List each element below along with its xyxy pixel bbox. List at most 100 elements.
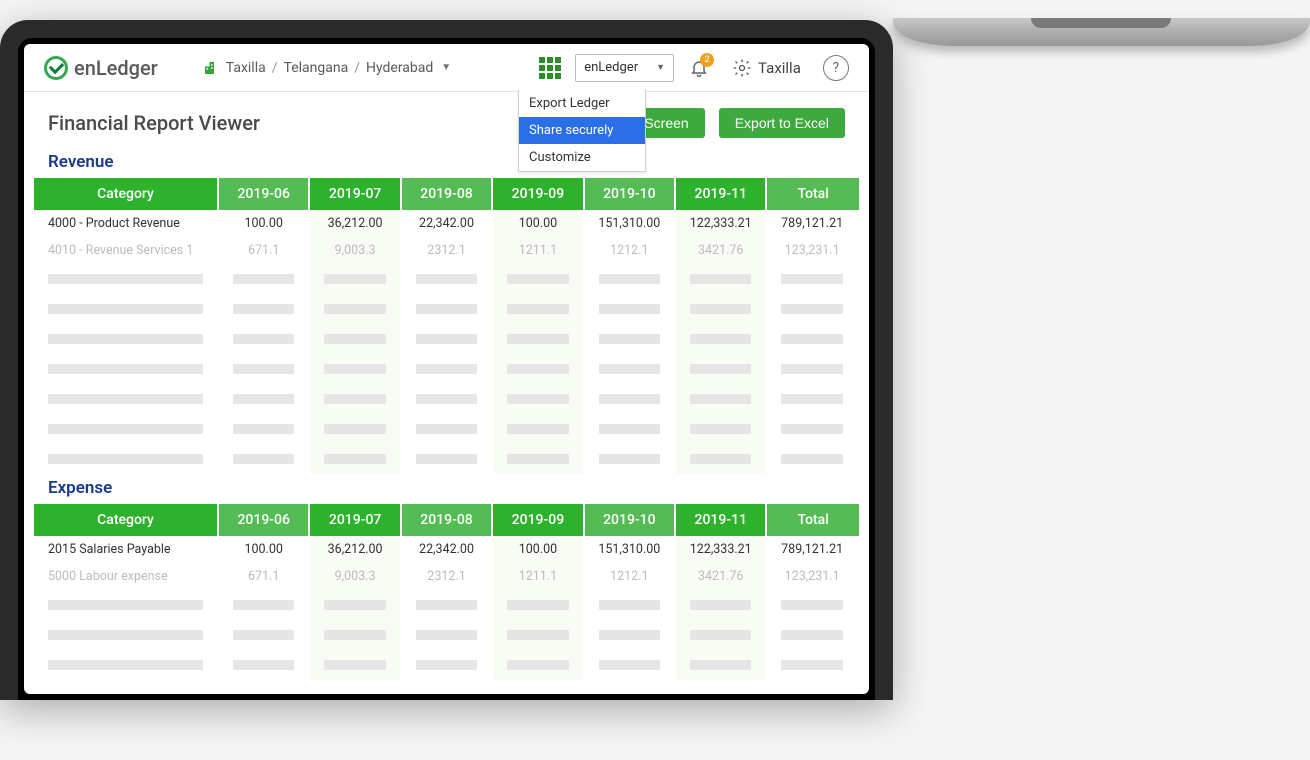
- app-select-dropdown[interactable]: enLedger ▼: [575, 54, 674, 82]
- skeleton-cell: [310, 354, 401, 384]
- skeleton-cell: [676, 650, 767, 680]
- dropdown-item[interactable]: Share securely: [519, 117, 645, 144]
- value-cell: 22,342.00: [402, 536, 493, 563]
- value-cell: 22,342.00: [402, 210, 493, 237]
- value-cell: 122,333.21: [676, 210, 767, 237]
- apps-grid-icon[interactable]: [539, 57, 561, 79]
- skeleton-cell: [310, 414, 401, 444]
- skeleton-cell: [402, 620, 493, 650]
- breadcrumb-item-1[interactable]: Telangana: [284, 60, 349, 76]
- report-table: Category2019-062019-072019-082019-092019…: [34, 178, 859, 474]
- skeleton-cell: [219, 264, 310, 294]
- skeleton-cell: [219, 620, 310, 650]
- section-title: Revenue: [24, 148, 869, 178]
- value-cell: 2312.1: [402, 237, 493, 264]
- dropdown-item[interactable]: Customize: [519, 144, 645, 171]
- skeleton-cell: [585, 384, 676, 414]
- value-cell: 3421.76: [676, 237, 767, 264]
- app-logo: enLedger: [44, 56, 158, 80]
- skeleton-cell: [34, 650, 219, 680]
- skeleton-cell: [310, 324, 401, 354]
- skeleton-cell: [676, 294, 767, 324]
- skeleton-cell: [402, 324, 493, 354]
- chevron-down-icon[interactable]: ▼: [441, 62, 451, 73]
- skeleton-cell: [34, 620, 219, 650]
- skeleton-cell: [219, 354, 310, 384]
- skeleton-cell: [34, 294, 219, 324]
- breadcrumb-item-0[interactable]: Taxilla: [226, 60, 266, 76]
- skeleton-cell: [676, 620, 767, 650]
- skeleton-cell: [676, 590, 767, 620]
- value-cell: 9,003.3: [310, 237, 401, 264]
- skeleton-cell: [676, 414, 767, 444]
- value-cell: 151,310.00: [585, 536, 676, 563]
- skeleton-cell: [493, 414, 584, 444]
- skeleton-cell: [402, 354, 493, 384]
- skeleton-cell: [34, 414, 219, 444]
- building-icon: [202, 59, 220, 77]
- skeleton-cell: [767, 444, 858, 474]
- breadcrumb-item-2[interactable]: Hyderabad: [366, 60, 433, 76]
- value-cell: 100.00: [493, 210, 584, 237]
- value-cell: 122,333.21: [676, 536, 767, 563]
- skeleton-cell: [493, 650, 584, 680]
- skeleton-cell: [219, 324, 310, 354]
- user-menu[interactable]: Taxilla: [732, 58, 801, 78]
- skeleton-cell: [219, 414, 310, 444]
- skeleton-cell: [676, 324, 767, 354]
- skeleton-cell: [493, 324, 584, 354]
- value-cell: 789,121.21: [767, 210, 858, 237]
- value-cell: 789,121.21: [767, 536, 858, 563]
- skeleton-cell: [493, 444, 584, 474]
- skeleton-cell: [585, 294, 676, 324]
- skeleton-cell: [767, 264, 858, 294]
- value-cell: 1212.1: [585, 563, 676, 590]
- skeleton-cell: [402, 650, 493, 680]
- value-cell: 36,212.00: [310, 536, 401, 563]
- skeleton-cell: [34, 444, 219, 474]
- chevron-down-icon: ▼: [656, 62, 665, 73]
- skeleton-cell: [585, 324, 676, 354]
- skeleton-cell: [676, 354, 767, 384]
- skeleton-cell: [767, 354, 858, 384]
- value-cell: 671.1: [219, 237, 310, 264]
- logo-icon: [44, 56, 68, 80]
- column-header: 2019-08: [402, 178, 493, 210]
- skeleton-cell: [676, 444, 767, 474]
- breadcrumb[interactable]: Taxilla / Telangana / Hyderabad ▼: [202, 59, 451, 77]
- content-area: Financial Report Viewer Print Screen Exp…: [24, 92, 869, 694]
- skeleton-cell: [34, 384, 219, 414]
- value-cell: 671.1: [219, 563, 310, 590]
- skeleton-cell: [767, 590, 858, 620]
- column-header-category: Category: [34, 504, 219, 536]
- export-excel-button[interactable]: Export to Excel: [719, 108, 845, 138]
- skeleton-cell: [585, 650, 676, 680]
- skeleton-cell: [585, 590, 676, 620]
- column-header: 2019-07: [310, 178, 401, 210]
- skeleton-cell: [402, 294, 493, 324]
- value-cell: 1211.1: [493, 563, 584, 590]
- skeleton-cell: [585, 264, 676, 294]
- skeleton-cell: [493, 264, 584, 294]
- report-table: Category2019-062019-072019-082019-092019…: [34, 504, 859, 680]
- logo-text: enLedger: [74, 56, 158, 80]
- skeleton-cell: [34, 590, 219, 620]
- skeleton-cell: [402, 264, 493, 294]
- skeleton-cell: [310, 620, 401, 650]
- value-cell: 100.00: [219, 210, 310, 237]
- skeleton-cell: [34, 324, 219, 354]
- value-cell: 123,231.1: [767, 237, 858, 264]
- user-name: Taxilla: [758, 59, 801, 77]
- skeleton-cell: [493, 590, 584, 620]
- notifications-button[interactable]: 2: [688, 57, 710, 79]
- skeleton-cell: [493, 384, 584, 414]
- column-header: Total: [767, 504, 858, 536]
- skeleton-cell: [219, 650, 310, 680]
- skeleton-cell: [34, 354, 219, 384]
- category-cell: 4010 - Revenue Services 1: [34, 237, 219, 264]
- dropdown-item[interactable]: Export Ledger: [519, 90, 645, 117]
- column-header: Total: [767, 178, 858, 210]
- help-button[interactable]: ?: [823, 55, 849, 81]
- column-header: 2019-11: [676, 504, 767, 536]
- skeleton-cell: [767, 414, 858, 444]
